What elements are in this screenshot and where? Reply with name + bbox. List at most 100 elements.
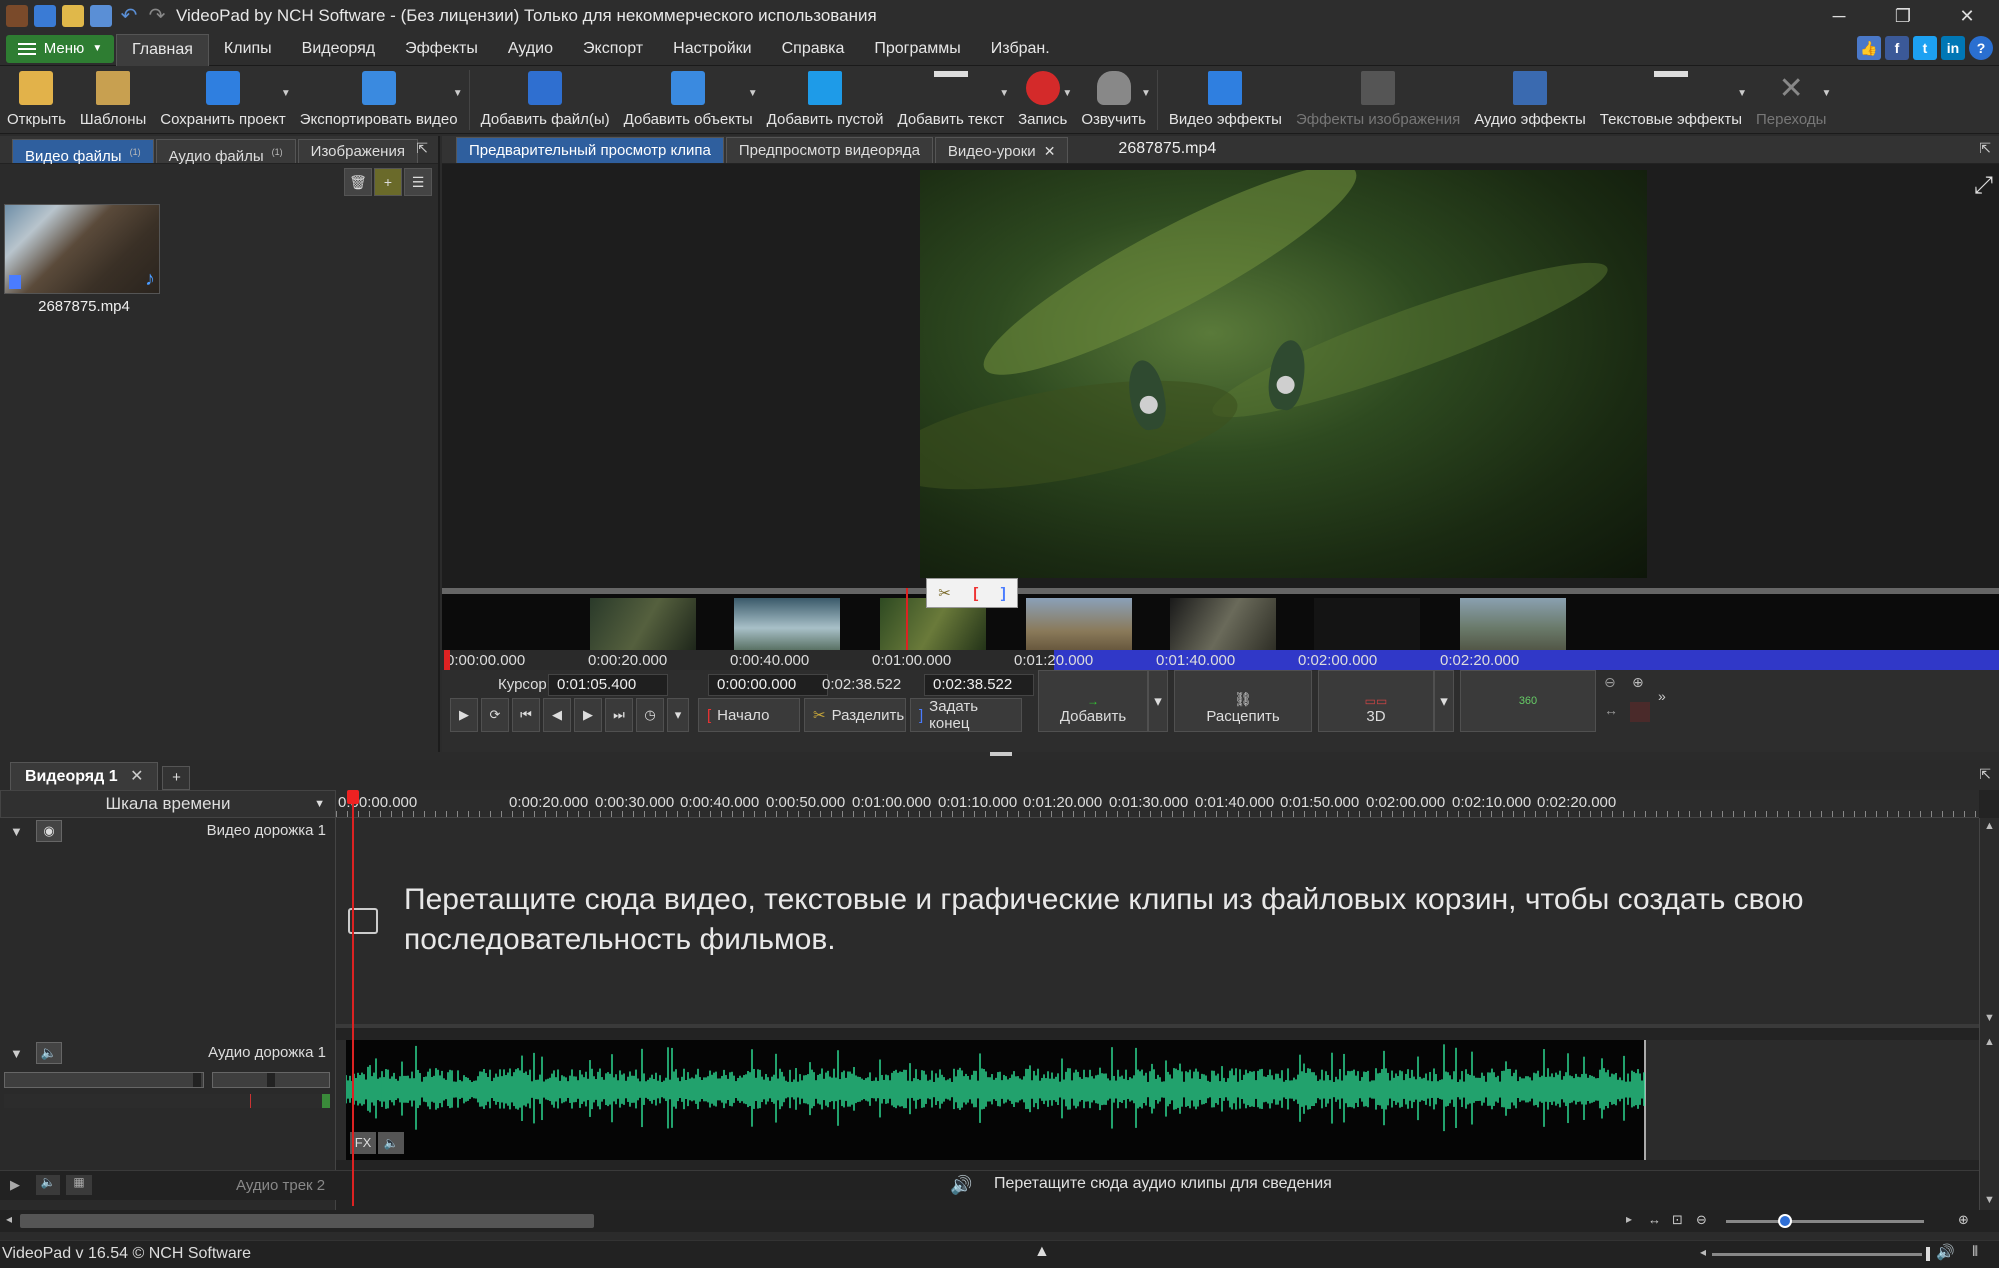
- delete-icon[interactable]: 🗑: [344, 168, 372, 196]
- cursor-time-field[interactable]: 0:01:05.400: [548, 674, 668, 696]
- dropdown-arrow-icon[interactable]: ▼: [281, 88, 291, 99]
- track-volume-slider[interactable]: [4, 1072, 204, 1088]
- redo-icon[interactable]: ↷: [146, 5, 168, 27]
- add-dropdown[interactable]: ▾: [1148, 670, 1168, 732]
- out-point-field[interactable]: 0:02:38.522: [924, 674, 1034, 696]
- menu-tab-1[interactable]: Клипы: [209, 32, 287, 66]
- dropdown-arrow-icon[interactable]: ▼: [453, 88, 463, 99]
- scissors-icon[interactable]: ✂: [938, 584, 951, 602]
- menu-tab-5[interactable]: Экспорт: [568, 32, 658, 66]
- timeline-mode-selector[interactable]: Шкала времени ▼: [0, 790, 336, 818]
- preview-tab-2[interactable]: Видео-уроки ✕: [934, 137, 1069, 163]
- restore-button[interactable]: ❐: [1871, 0, 1935, 32]
- menu-tab-6[interactable]: Настройки: [658, 32, 766, 66]
- toolbar-image-effects-button[interactable]: Эффекты изображения: [1289, 66, 1467, 134]
- mark-in-bracket-icon[interactable]: [: [973, 585, 978, 602]
- color-square-icon[interactable]: [1630, 702, 1650, 722]
- unlink-button[interactable]: ⛓ Расцепить: [1174, 670, 1312, 732]
- bin-tab-0[interactable]: Видео файлы (1): [12, 139, 154, 165]
- dropdown-arrow-icon[interactable]: ▼: [1737, 88, 1747, 99]
- zoom-in-icon[interactable]: ⊕: [1632, 674, 1644, 691]
- add-to-sequence-button[interactable]: → Добавить: [1038, 670, 1148, 732]
- speaker-icon[interactable]: 🔊: [1936, 1243, 1955, 1261]
- speaker-icon[interactable]: 🔈: [36, 1175, 60, 1195]
- go-start-icon[interactable]: ⏮: [512, 698, 540, 732]
- scroll-thumb[interactable]: [20, 1214, 594, 1228]
- menu-tab-0[interactable]: Главная: [116, 33, 209, 66]
- like-icon[interactable]: 👍: [1857, 36, 1881, 60]
- timeline-zoom-slider[interactable]: [1726, 1214, 1924, 1228]
- timeline-ruler[interactable]: 0:00:00.000 0:00:20.000 0:00:30.000 0:00:40…: [336, 790, 1979, 818]
- go-end-icon[interactable]: ⏭: [605, 698, 633, 732]
- loop-icon[interactable]: ⟳: [481, 698, 509, 732]
- new-project-icon[interactable]: [34, 5, 56, 27]
- mark-out-button[interactable]: ] Задать конец: [910, 698, 1022, 732]
- playback-speed-icon[interactable]: ◷: [636, 698, 664, 732]
- close-sequence-icon[interactable]: ✕: [130, 768, 143, 785]
- bin-tab-2[interactable]: Изображения: [297, 139, 418, 163]
- expand-triangle-icon[interactable]: ▶: [10, 1177, 20, 1193]
- collapse-triangle-icon[interactable]: ▼: [10, 1046, 23, 1061]
- open-project-icon[interactable]: [62, 5, 84, 27]
- master-volume-slider[interactable]: [1712, 1247, 1930, 1261]
- add-sequence-button[interactable]: +: [162, 766, 191, 790]
- timeline-horizontal-scrollbar[interactable]: ◂ ▸ ↔ ⊡ ⊖ ⊕: [0, 1210, 1999, 1232]
- toolbar-save-button[interactable]: Сохранить проект ▼: [153, 66, 292, 134]
- dropdown-arrow-icon[interactable]: ▼: [1821, 88, 1831, 99]
- toolbar-open-folder-button[interactable]: Открыть: [0, 66, 73, 134]
- clip-volume-icon[interactable]: 🔈: [378, 1132, 404, 1154]
- toolbar-text-effects-button[interactable]: Текстовые эффекты ▼: [1593, 66, 1749, 134]
- preview-tab-0[interactable]: Предварительный просмотр клипа: [456, 137, 724, 163]
- twitter-icon[interactable]: t: [1913, 36, 1937, 60]
- fit-timeline-icon[interactable]: ↔: [1648, 1212, 1661, 1227]
- audio-track-2[interactable]: ▶ 🔈 ▦ Аудио трек 2 🔊 Перетащите сюда ауд…: [0, 1170, 1999, 1200]
- menu-tab-3[interactable]: Эффекты: [390, 32, 493, 66]
- close-tab-icon[interactable]: ✕: [1044, 143, 1056, 159]
- step-forward-icon[interactable]: ▶: [574, 698, 602, 732]
- undock-timeline-icon[interactable]: ⇱: [1979, 766, 1991, 783]
- toolbar-audio-effects-button[interactable]: Аудио эффекты: [1467, 66, 1593, 134]
- up-arrow-icon[interactable]: ▲: [1034, 1243, 1050, 1261]
- main-menu-button[interactable]: Меню ▼: [6, 34, 114, 63]
- linkedin-icon[interactable]: in: [1941, 36, 1965, 60]
- play-icon[interactable]: ▶: [450, 698, 478, 732]
- toolbar-video-effects-button[interactable]: Видео эффекты: [1162, 66, 1289, 134]
- dropdown-arrow-icon[interactable]: ▼: [748, 88, 758, 99]
- mark-out-bracket-icon[interactable]: ]: [1001, 585, 1006, 602]
- menu-tab-4[interactable]: Аудио: [493, 32, 568, 66]
- audio-waveform[interactable]: FX 🔈: [345, 1040, 1646, 1160]
- fit-width-icon[interactable]: ↔: [1604, 702, 1618, 718]
- track-pan-slider[interactable]: [212, 1072, 330, 1088]
- toolbar-narrate-mic-button[interactable]: Озвучить ▼: [1074, 66, 1153, 134]
- help-icon[interactable]: ?: [1969, 36, 1993, 60]
- menu-tab-9[interactable]: Избран.: [976, 32, 1065, 66]
- fullscreen-icon[interactable]: ⤢: [1974, 172, 1993, 200]
- 3d-button[interactable]: ▭▭ 3D: [1318, 670, 1434, 732]
- toolbar-add-blank-button[interactable]: Добавить пустой: [760, 66, 891, 134]
- undo-icon[interactable]: ↶: [118, 5, 140, 27]
- facebook-icon[interactable]: f: [1885, 36, 1909, 60]
- toolbar-templates-button[interactable]: Шаблоны: [73, 66, 153, 134]
- more-chevron-icon[interactable]: »: [1658, 688, 1666, 704]
- mark-in-button[interactable]: [ Начало: [698, 698, 800, 732]
- save-project-icon[interactable]: [90, 5, 112, 27]
- audio-track-1[interactable]: FX 🔈: [336, 1040, 1979, 1160]
- close-button[interactable]: ✕: [1935, 0, 1999, 32]
- menu-tab-7[interactable]: Справка: [767, 32, 860, 66]
- menu-tab-8[interactable]: Программы: [859, 32, 975, 66]
- dropdown-arrow-icon[interactable]: ▼: [999, 88, 1009, 99]
- speed-dropdown-icon[interactable]: ▾: [667, 698, 689, 732]
- step-back-icon[interactable]: ◀: [543, 698, 571, 732]
- zoom-region-icon[interactable]: ⊡: [1672, 1212, 1683, 1228]
- in-point-field[interactable]: 0:00:00.000: [708, 674, 828, 696]
- dropdown-arrow-icon[interactable]: ▼: [1062, 88, 1072, 99]
- bin-file-item[interactable]: ♪ 2687875.mp4: [4, 204, 164, 315]
- toolbar-record-button[interactable]: Запись ▼: [1011, 66, 1074, 134]
- toolbar-add-objects-button[interactable]: Добавить объекты ▼: [617, 66, 760, 134]
- undock-icon[interactable]: ⇱: [1979, 140, 1991, 157]
- dropdown-arrow-icon[interactable]: ▼: [1141, 88, 1151, 99]
- speaker-icon[interactable]: 🔈: [36, 1042, 62, 1064]
- toolbar-transitions-button[interactable]: ✕ Переходы ▼: [1749, 66, 1833, 134]
- 360-button[interactable]: 360: [1460, 670, 1596, 732]
- list-view-icon[interactable]: ☰: [404, 168, 432, 196]
